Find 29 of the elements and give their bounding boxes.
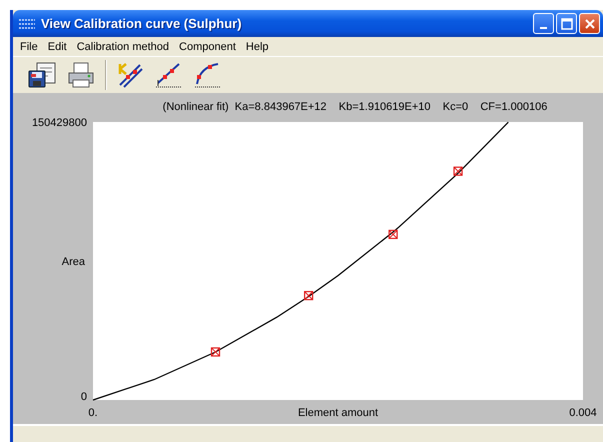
printer-icon[interactable] (66, 61, 96, 89)
menu-item[interactable]: Component (174, 40, 241, 52)
menu-item[interactable]: Edit (42, 40, 72, 52)
data-point (210, 347, 220, 357)
x-tick-label: 0. (88, 407, 98, 419)
data-point (388, 230, 398, 240)
save-icon[interactable] (27, 61, 57, 89)
data-point (304, 290, 314, 300)
curve-fit-icon[interactable] (192, 61, 222, 89)
close-icon (584, 18, 596, 30)
minimize-button[interactable] (533, 13, 554, 34)
maximize-icon (560, 18, 572, 30)
x-tick-label: 0.004 (569, 407, 597, 419)
y-axis-label: Area (62, 256, 85, 268)
chart-title: (Nonlinear fit) Ka=8.843967E+12 Kb=1.910619E+10 Kc=0 CF=1.000106 (162, 101, 548, 113)
app-icon (18, 16, 36, 30)
minimize-icon (540, 27, 547, 29)
linear-fit-icon[interactable] (153, 61, 183, 89)
menu-item[interactable]: Help (240, 40, 274, 52)
menu-item[interactable]: File (15, 40, 43, 52)
window-title: View Calibration curve (Sulphur) (41, 16, 243, 31)
y-tick-label: 150429800 (32, 117, 87, 129)
y-tick-label: 0 (80, 391, 87, 403)
data-point (453, 166, 463, 176)
k-line-icon[interactable] (116, 61, 144, 89)
close-button[interactable] (579, 13, 600, 34)
menu-item[interactable]: Calibration method (72, 40, 174, 52)
x-axis-label: Element amount (298, 407, 378, 419)
maximize-button[interactable] (556, 13, 577, 34)
